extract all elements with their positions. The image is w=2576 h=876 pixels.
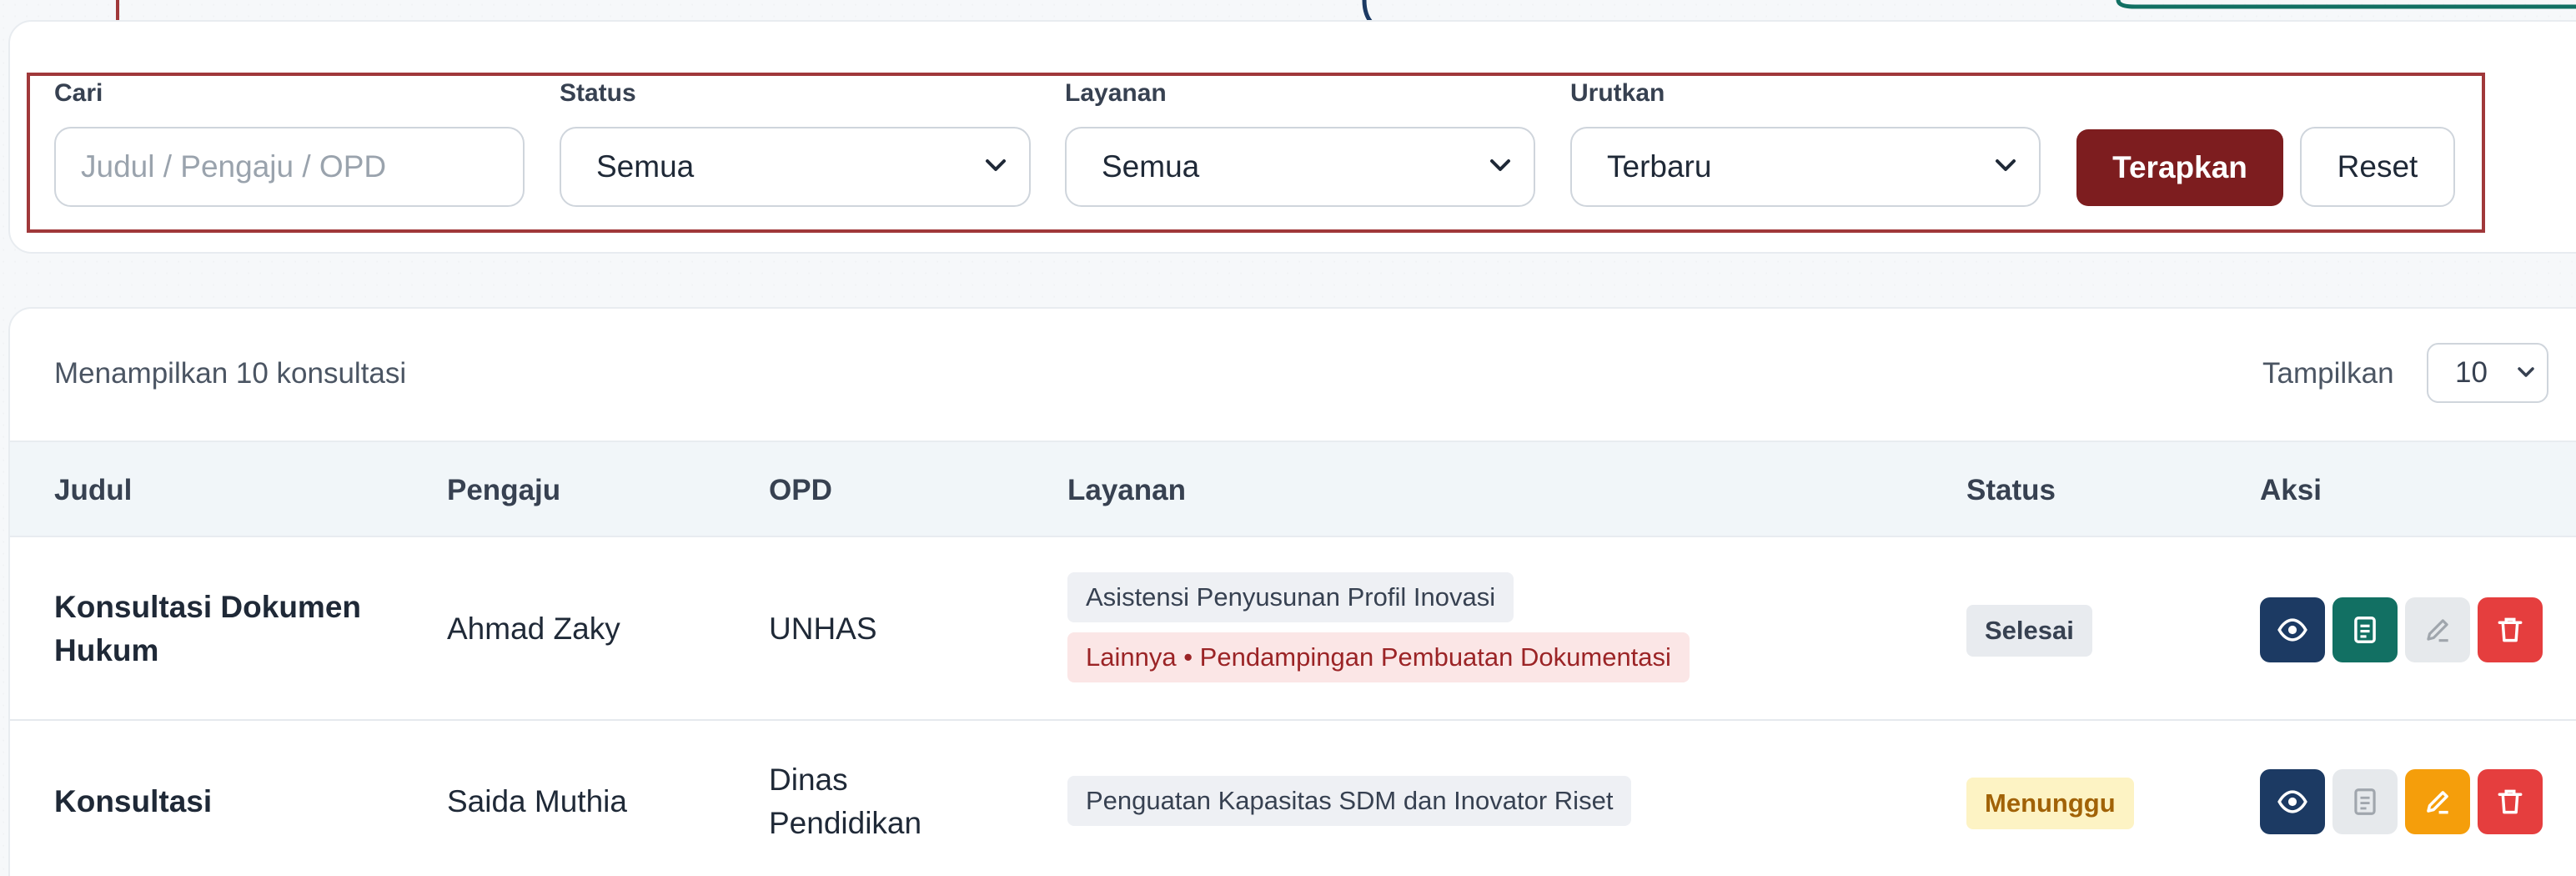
per-page-label: Tampilkan <box>2262 357 2394 390</box>
document-icon <box>2354 617 2376 643</box>
delete-button[interactable] <box>2478 769 2543 834</box>
column-header-opd[interactable]: OPD <box>769 474 832 507</box>
chevron-down-icon <box>1996 159 2016 171</box>
service-select-value: Semua <box>1102 149 1200 184</box>
chevron-down-icon <box>1490 159 1510 171</box>
row-divider <box>10 719 2576 721</box>
trash-icon <box>2498 789 2523 814</box>
row-applicant: Ahmad Zaky <box>447 612 620 646</box>
row-title: Konsultasi <box>54 784 213 818</box>
service-tag: Asistensi Penyusunan Profil Inovasi <box>1067 572 1514 622</box>
pencil-icon <box>2427 791 2448 814</box>
service-tag: Penguatan Kapasitas SDM dan Inovator Ris… <box>1067 776 1632 826</box>
edit-button-disabled[interactable] <box>2405 597 2470 662</box>
chevron-down-icon <box>2518 367 2534 377</box>
status-badge: Menunggu <box>1966 778 2134 829</box>
sort-select-value: Terbaru <box>1607 149 1712 184</box>
status-select-value: Semua <box>596 149 695 184</box>
service-select[interactable]: Semua <box>1065 127 1535 207</box>
status-badge: Selesai <box>1966 605 2092 657</box>
reset-button[interactable]: Reset <box>2300 127 2455 207</box>
callout-frame-top-teal <box>2116 0 2576 9</box>
eye-icon <box>2277 618 2307 642</box>
row-opd: UNHAS <box>769 612 877 646</box>
table-header <box>10 441 2576 537</box>
service-label: Layanan <box>1065 79 1167 107</box>
sort-label: Urutkan <box>1570 79 1665 107</box>
column-header-actions: Aksi <box>2260 474 2322 506</box>
per-page-select[interactable]: 10 <box>2427 343 2548 403</box>
view-button[interactable] <box>2260 769 2325 834</box>
document-button-disabled[interactable] <box>2332 769 2398 834</box>
document-button[interactable] <box>2332 597 2398 662</box>
row-opd: Dinas Pendidikan <box>769 763 922 840</box>
view-button[interactable] <box>2260 597 2325 662</box>
result-summary: Menampilkan 10 konsultasi <box>54 357 407 390</box>
row-applicant: Saida Muthia <box>447 784 627 818</box>
apply-button[interactable]: Terapkan <box>2076 129 2283 206</box>
status-select[interactable]: Semua <box>560 127 1031 207</box>
row-title: Konsultasi Dokumen Hukum <box>54 590 361 667</box>
search-label: Cari <box>54 79 103 107</box>
column-header-applicant[interactable]: Pengaju <box>447 474 560 507</box>
delete-button[interactable] <box>2478 597 2543 662</box>
search-input[interactable]: Judul / Pengaju / OPD <box>54 127 525 207</box>
service-tag-other: Lainnya • Pendampingan Pembuatan Dokumen… <box>1067 632 1690 682</box>
column-header-service[interactable]: Layanan <box>1067 474 1186 507</box>
sort-select[interactable]: Terbaru <box>1570 127 2041 207</box>
trash-icon <box>2498 617 2523 642</box>
column-header-status[interactable]: Status <box>1966 474 2056 507</box>
column-header-title[interactable]: Judul <box>54 474 132 507</box>
chevron-down-icon <box>986 159 1006 171</box>
status-label: Status <box>560 79 636 107</box>
edit-button[interactable] <box>2405 769 2470 834</box>
eye-icon <box>2277 790 2307 813</box>
per-page-value: 10 <box>2455 356 2488 389</box>
document-icon <box>2354 788 2376 815</box>
pencil-icon <box>2427 619 2448 642</box>
